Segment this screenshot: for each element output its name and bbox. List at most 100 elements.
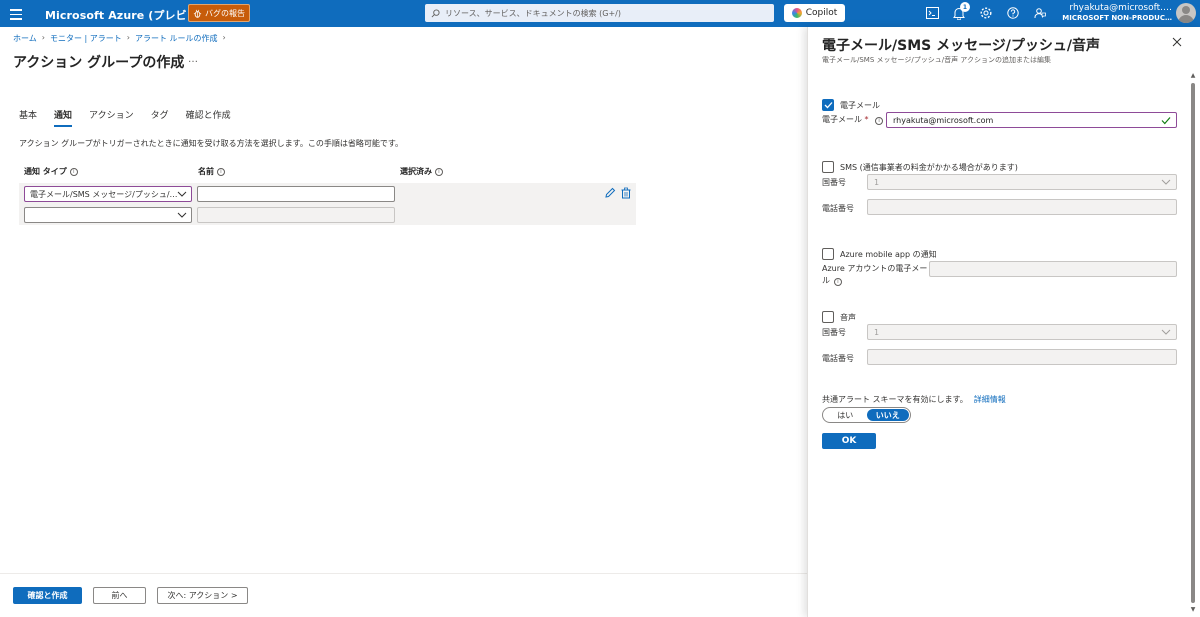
info-icon[interactable]: i [834,278,842,286]
account-user: rhyakuta@microsoft.… [1069,3,1172,13]
sms-checkbox[interactable] [822,161,834,173]
column-header-selected-label: 選択済み [400,167,432,176]
sms-country-code-select: 1 [867,174,1177,190]
common-alert-schema-toggle: はい いいえ [822,407,911,423]
breadcrumb-home[interactable]: ホーム [13,33,37,44]
email-checkbox[interactable] [822,99,834,111]
feedback-icon[interactable] [1032,5,1048,21]
bug-report-label: バグの報告 [205,8,245,18]
mobile-app-option: Azure mobile app の通知 [822,248,937,260]
column-header-name-label: 名前 [198,167,214,176]
email-option: 電子メール [822,99,880,111]
scroll-up-icon[interactable]: ▲ [1189,73,1197,79]
panel-title: 電子メール/SMS メッセージ/プッシュ/音声 [822,38,1101,54]
close-icon[interactable] [1171,36,1183,48]
mobile-app-email-input [929,261,1177,277]
email-input[interactable] [893,115,1173,125]
info-icon[interactable]: i [875,117,884,125]
bug-report-button[interactable]: バグの報告 [188,4,250,22]
voice-phone-input [867,349,1177,365]
review-create-button[interactable]: 確認と作成 [13,587,82,604]
sms-phone-label: 電話番号 [822,204,854,213]
notification-count-badge: 1 [960,2,970,12]
sms-country-code-value: 1 [874,177,880,187]
edit-pencil-icon[interactable] [604,187,616,199]
email-field[interactable] [886,112,1177,128]
info-icon[interactable]: i [69,167,78,176]
mobile-app-checkbox[interactable] [822,248,834,260]
column-header-name: 名前 i [198,166,225,177]
notification-type-select-empty[interactable] [24,207,192,223]
delete-trash-icon[interactable] [620,187,632,199]
chevron-down-icon [1161,179,1171,185]
tab-notifications[interactable]: 通知 [54,108,73,127]
voice-country-code-value: 1 [874,327,880,337]
next-actions-button[interactable]: 次へ: アクション > [157,587,248,604]
panel-scrollbar[interactable]: ▲ ▼ [1189,73,1197,614]
email-field-label-text: 電子メール [822,115,862,124]
mobile-app-email-label: Azure アカウントの電子メー ルi [822,263,927,287]
global-search[interactable] [425,4,774,22]
voice-checkbox-label: 音声 [840,312,856,322]
sms-phone-input [867,199,1177,215]
copilot-button[interactable]: Copilot [784,4,845,22]
tab-tags[interactable]: タグ [151,108,169,127]
required-mark: * [864,115,869,124]
email-checkbox-label: 電子メール [840,100,880,110]
cloud-shell-icon[interactable] [924,5,940,21]
menu-icon[interactable] [8,6,24,20]
panel-subtitle: 電子メール/SMS メッセージ/プッシュ/音声 アクションの追加または編集 [822,56,1051,64]
voice-country-code-select: 1 [867,324,1177,340]
search-input[interactable] [445,8,765,18]
breadcrumb: ホーム › モニター | アラート › アラート ルールの作成 › [13,33,226,44]
column-header-type-label: 通知 タイプ [24,167,67,176]
notification-bell-icon[interactable]: 1 [951,2,970,21]
valid-check-icon [1161,117,1171,125]
help-icon[interactable] [1005,5,1021,21]
page-title: アクション グループの作成 [13,55,185,71]
scrollbar-thumb[interactable] [1191,83,1195,603]
table-row [19,204,636,225]
footer-divider [0,573,807,574]
mobile-app-email-label-line2: ル [822,276,830,285]
table-row: 電子メール/SMS メッセージ/プッシュ/… [19,183,636,204]
chevron-down-icon [177,212,187,218]
voice-country-code-label: 国番号 [822,328,846,337]
breadcrumb-create-alert-rule[interactable]: アラート ルールの作成 [135,33,218,44]
avatar[interactable] [1176,3,1196,23]
info-icon[interactable]: i [435,167,443,176]
voice-phone-label: 電話番号 [822,354,854,363]
copilot-icon [791,8,802,18]
account-tenant: MICROSOFT NON-PRODUC… [1062,14,1172,22]
tab-basics[interactable]: 基本 [19,108,37,127]
mobile-app-email-label-line1: Azure アカウントの電子メー [822,264,928,273]
learn-more-link[interactable]: 詳細情報 [974,395,1006,404]
notification-name-input[interactable] [197,186,395,202]
schema-no-option[interactable]: いいえ [866,409,909,421]
info-icon[interactable]: i [217,167,225,176]
schema-yes-option[interactable]: はい [824,409,867,421]
voice-checkbox[interactable] [822,311,834,323]
tab-actions[interactable]: アクション [89,108,134,127]
notification-type-select[interactable]: 電子メール/SMS メッセージ/プッシュ/… [24,186,192,202]
column-header-type: 通知 タイプ i [24,166,78,177]
ok-button[interactable]: OK [822,433,876,449]
breadcrumb-monitor-alerts[interactable]: モニター | アラート [50,33,122,44]
account-menu[interactable]: rhyakuta@microsoft.… MICROSOFT NON-PRODU… [1062,3,1172,23]
voice-option: 音声 [822,311,856,323]
settings-gear-icon[interactable] [978,5,994,21]
email-field-label: 電子メール * i [822,114,884,126]
schema-text: 共通アラート スキーマを有効にします。 [822,395,968,404]
sms-country-code-label: 国番号 [822,178,846,187]
mobile-app-checkbox-label: Azure mobile app の通知 [840,249,937,259]
scroll-down-icon[interactable]: ▼ [1189,607,1197,613]
tab-review-create[interactable]: 確認と作成 [186,108,231,127]
more-options-icon[interactable]: … [188,54,198,65]
sms-option: SMS (通信事業者の料金がかかる場合があります) [822,161,1018,173]
search-icon [431,8,440,17]
email-sms-push-voice-panel: 電子メール/SMS メッセージ/プッシュ/音声 電子メール/SMS メッセージ/… [807,27,1200,617]
previous-button[interactable]: 前へ [93,587,146,604]
column-header-selected: 選択済み i [400,166,443,177]
chevron-down-icon [1161,329,1171,335]
notification-type-value: 電子メール/SMS メッセージ/プッシュ/… [30,189,178,199]
